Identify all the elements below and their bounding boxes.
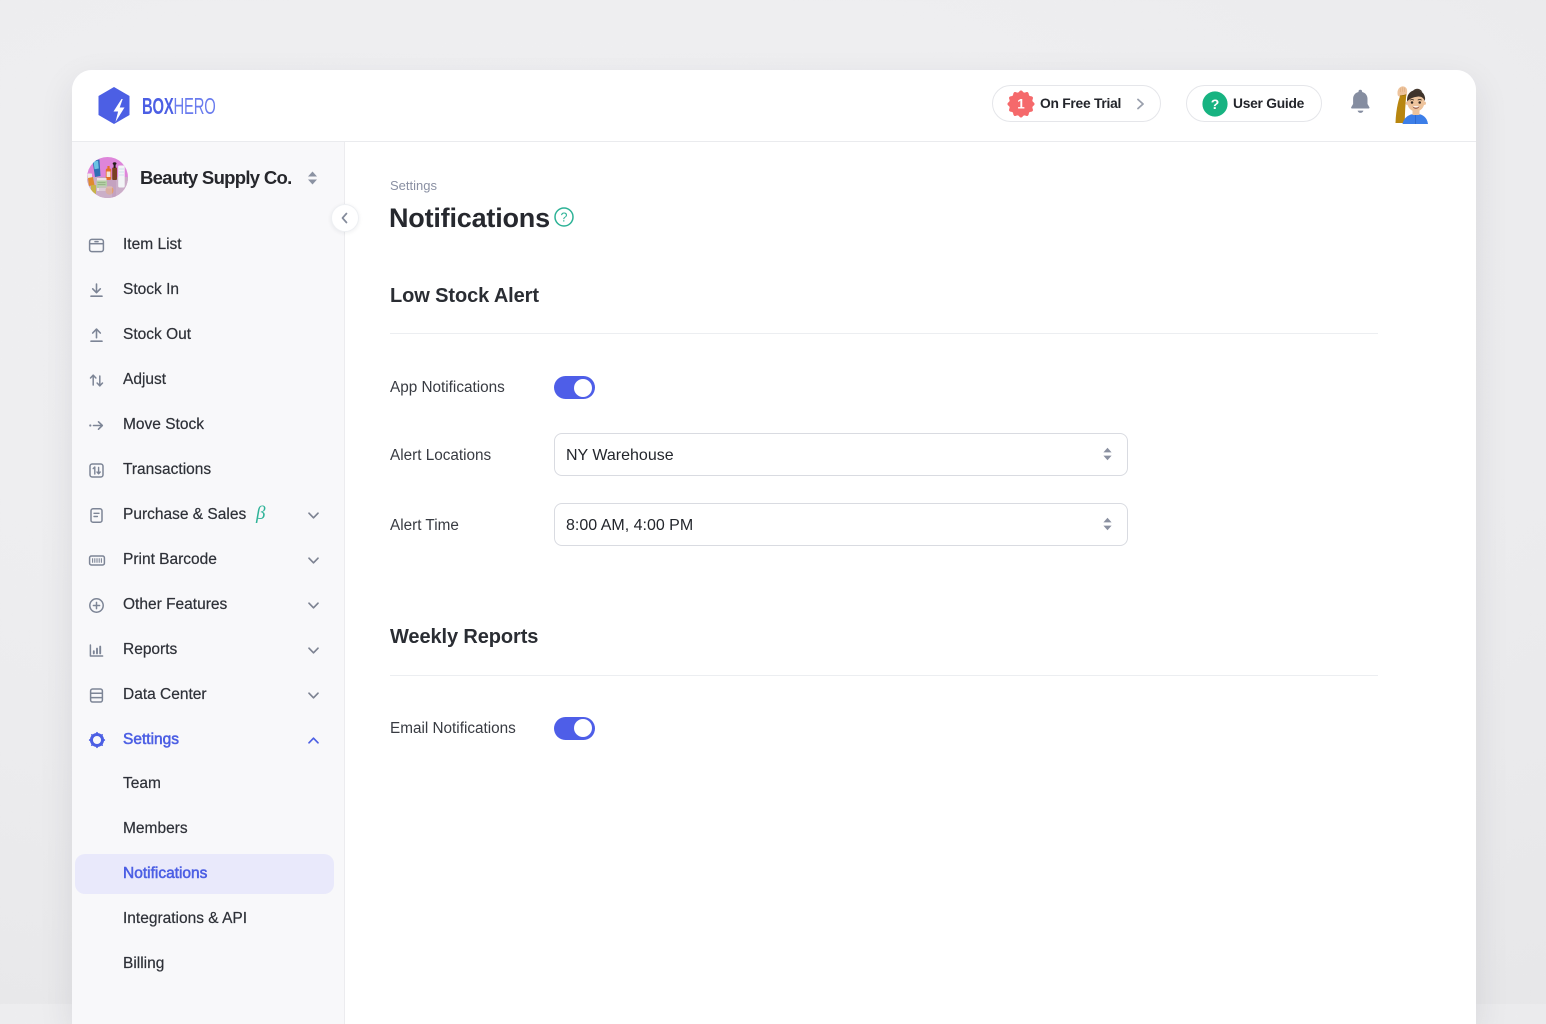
- svg-text:1: 1: [1017, 96, 1025, 111]
- svg-text:?: ?: [1211, 95, 1220, 111]
- svg-text:?: ?: [560, 210, 567, 224]
